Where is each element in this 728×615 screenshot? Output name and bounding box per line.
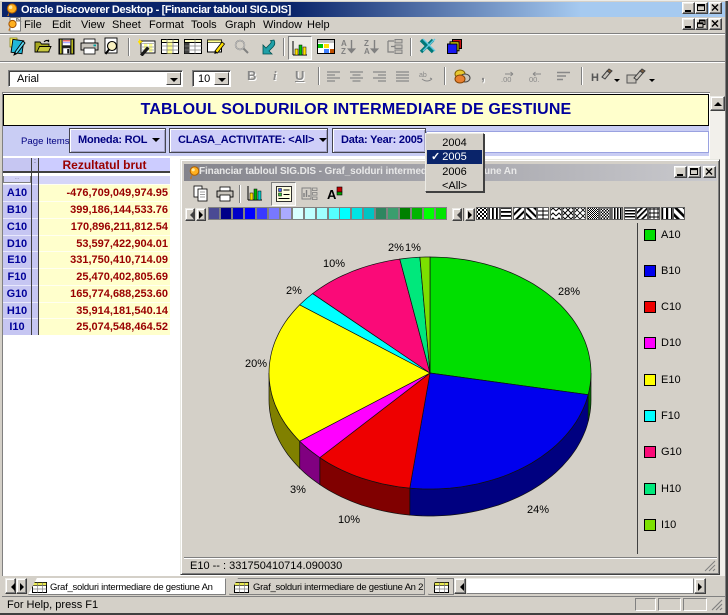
svg-text:00.: 00. [529,75,539,84]
svg-text:.00: .00 [501,75,511,84]
svg-text:Z: Z [341,47,346,55]
svg-text:A: A [364,47,370,55]
svg-text:H: H [591,72,599,84]
svg-text:A: A [327,187,337,202]
svg-text:ab: ab [419,72,427,79]
